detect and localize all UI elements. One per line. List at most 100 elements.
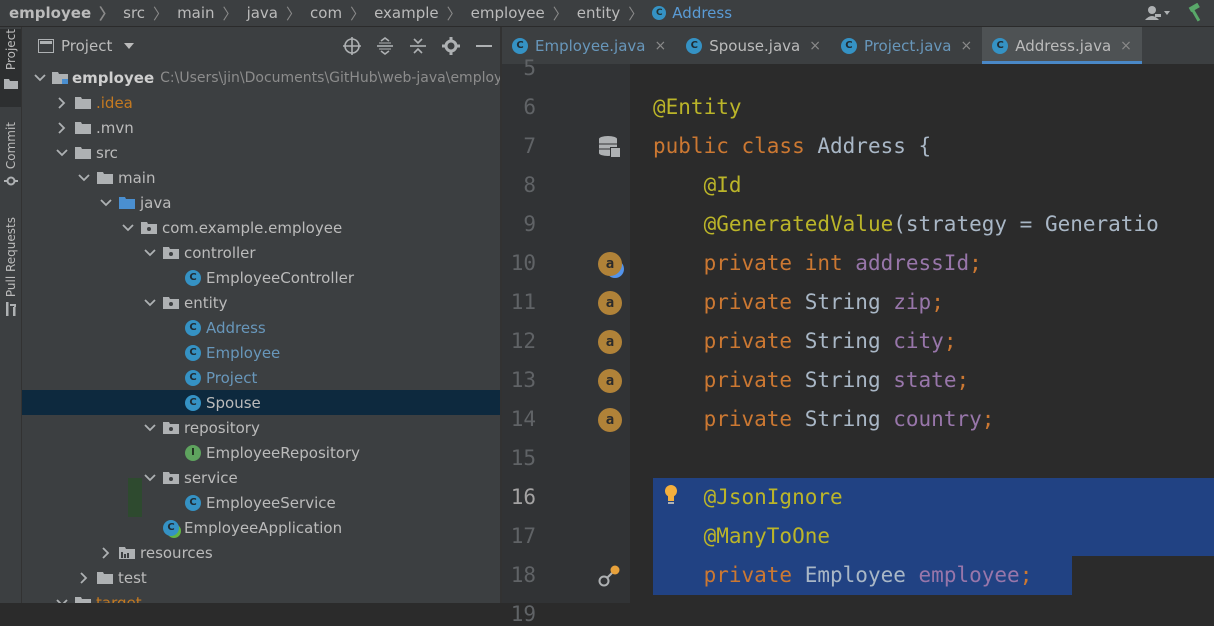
tree-item[interactable]: main [22, 165, 500, 190]
line-number: 19 [510, 602, 536, 626]
code-token: ; [931, 290, 944, 314]
tree-item[interactable]: .mvn [22, 115, 500, 140]
chevron-down-icon[interactable] [144, 297, 156, 309]
close-icon[interactable]: × [809, 38, 821, 54]
tree-item[interactable]: I EmployeeRepository [22, 440, 500, 465]
tree-item[interactable]: C EmployeeApplication [22, 515, 500, 540]
breadcrumb-item[interactable]: src 〉 [114, 3, 168, 24]
breadcrumb-item[interactable]: entity 〉 [568, 3, 644, 24]
pull-requests-tool-tab[interactable]: Pull Requests [0, 217, 21, 320]
breadcrumb-item-class[interactable]: C Address [643, 4, 732, 22]
breadcrumb-item[interactable]: com 〉 [301, 3, 365, 24]
close-icon[interactable]: × [1120, 38, 1132, 54]
tree-item[interactable]: test [22, 565, 500, 590]
project-view-selector[interactable]: Project [22, 37, 135, 55]
tree-item-label: java [140, 193, 172, 212]
chevron-down-icon [124, 43, 135, 49]
field-badge: a [598, 408, 622, 432]
relation-link-icon[interactable] [598, 564, 622, 592]
spring-app-icon: C [162, 519, 180, 537]
tab-spouse-java[interactable]: C Spouse.java × [676, 27, 831, 64]
chevron-down-icon[interactable] [100, 197, 112, 209]
tree-item[interactable]: C Spouse [22, 390, 500, 415]
chevron-down-icon[interactable] [144, 422, 156, 434]
tree-item-label: Project [206, 368, 258, 387]
user-account-icon[interactable] [1138, 0, 1178, 26]
light-bulb-icon[interactable] [663, 484, 679, 510]
chevron-right-icon[interactable] [78, 571, 90, 584]
tree-item[interactable]: C Address [22, 315, 500, 340]
commit-tool-label: Commit [3, 122, 18, 170]
class-icon: C [184, 319, 202, 337]
chevron-down-icon[interactable] [78, 172, 90, 184]
field-icon[interactable]: a [598, 291, 622, 315]
interface-badge: I [185, 444, 201, 461]
chevron-right-icon[interactable] [56, 96, 68, 109]
chevron-right-icon[interactable] [56, 121, 68, 134]
breadcrumb-item[interactable]: employee 〉 [462, 3, 568, 24]
tree-item[interactable]: target [22, 590, 500, 603]
code-token: @JsonIgnore [703, 485, 843, 509]
class-badge: C [185, 369, 201, 386]
tree-item[interactable]: repository [22, 415, 500, 440]
commit-icon [3, 173, 18, 192]
field-icon[interactable]: a [598, 408, 622, 432]
project-tool-tab[interactable]: Project [0, 29, 21, 107]
collapse-all-icon[interactable] [408, 37, 428, 55]
chevron-down-icon[interactable] [144, 472, 156, 484]
tree-item[interactable]: C Project [22, 365, 500, 390]
tree-item[interactable]: C Employee [22, 340, 500, 365]
locate-target-icon[interactable] [342, 37, 362, 55]
tree-item[interactable]: C EmployeeService [22, 490, 500, 515]
chevron-down-icon[interactable] [144, 247, 156, 259]
field-icon[interactable]: a [598, 330, 622, 354]
tree-item[interactable]: .idea [22, 90, 500, 115]
expand-all-icon[interactable] [375, 37, 395, 55]
tree-item[interactable]: service [22, 465, 500, 490]
gear-icon[interactable] [441, 37, 461, 55]
tab-project-java[interactable]: C Project.java × [831, 27, 982, 64]
class-icon: C [840, 37, 857, 54]
folder-icon [74, 94, 92, 112]
chevron-down-icon[interactable] [122, 222, 134, 234]
chevron-down-icon[interactable] [56, 147, 68, 159]
class-icon: C [686, 37, 703, 54]
tree-item[interactable]: com.example.employee [22, 215, 500, 240]
breadcrumb-label: entity [576, 4, 621, 22]
tree-item[interactable]: java [22, 190, 500, 215]
tree-item-label: EmployeeController [206, 268, 355, 287]
code-editor[interactable]: @Entity public class Address { @Id @Gener… [630, 64, 1214, 603]
field-id-icon[interactable]: a [598, 252, 622, 276]
build-hammer-icon[interactable] [1178, 0, 1214, 26]
tree-item[interactable]: src [22, 140, 500, 165]
close-icon[interactable]: × [960, 38, 972, 54]
tree-item-label: entity [184, 293, 228, 312]
package-icon [162, 244, 180, 262]
breadcrumb-separator-icon: 〉 [446, 4, 462, 23]
breadcrumb-item[interactable]: main 〉 [168, 3, 238, 24]
chevron-down-icon[interactable] [34, 72, 46, 84]
folder-icon [96, 169, 114, 187]
tree-item[interactable]: controller [22, 240, 500, 265]
tree-item[interactable]: C EmployeeController [22, 265, 500, 290]
chevron-right-icon[interactable] [100, 546, 112, 559]
commit-tool-tab[interactable]: Commit [0, 122, 21, 192]
interface-icon: I [184, 444, 202, 462]
close-icon[interactable]: × [655, 38, 667, 54]
breadcrumb-item[interactable]: java 〉 [238, 3, 301, 24]
class-icon: C [184, 394, 202, 412]
minimize-icon[interactable] [474, 44, 494, 48]
database-entity-icon[interactable] [598, 135, 622, 163]
breadcrumb-item[interactable]: employee 〉 [0, 3, 114, 24]
field-icon[interactable]: a [598, 369, 622, 393]
tree-item[interactable]: entity [22, 290, 500, 315]
tab-address-java[interactable]: C Address.java × [982, 27, 1142, 64]
code-line: private String country; [653, 400, 995, 439]
tree-item[interactable]: employee C:\Users\jin\Documents\GitHub\we… [22, 65, 500, 90]
tree-item[interactable]: resources [22, 540, 500, 565]
chevron-down-icon[interactable] [56, 597, 68, 603]
breadcrumb-item[interactable]: example 〉 [365, 3, 462, 24]
